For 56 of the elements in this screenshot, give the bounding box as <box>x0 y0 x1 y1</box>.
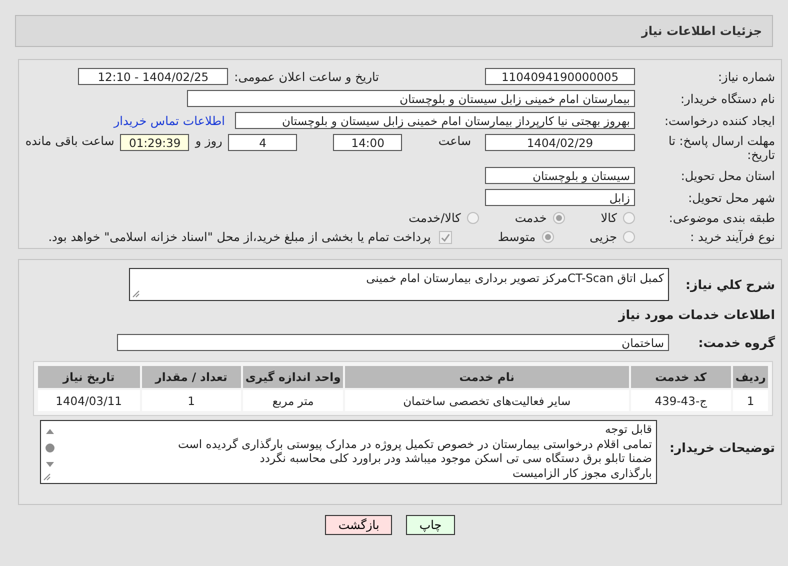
resize-grip-icon <box>43 473 51 481</box>
notes-line: قابل توجه <box>604 422 652 436</box>
radio-label: خدمت <box>514 211 547 225</box>
days-field: 4 <box>228 134 298 151</box>
table-cell: ج-43-439 <box>630 390 732 411</box>
table-cell: سایر فعالیت‌های تخصصی ساختمان <box>345 390 629 411</box>
notes-line: بارگذاری مجوز کار الزامیست <box>511 466 652 480</box>
column-header: تعداد / مقدار <box>142 366 241 388</box>
need-number-field: 1104094190000005 <box>485 68 635 85</box>
back-button[interactable]: بازگشت <box>325 515 392 535</box>
table-cell: 1 <box>733 390 768 411</box>
service-group-field: ساختمان <box>117 334 669 351</box>
table-cell: 1404/03/11 <box>38 390 140 411</box>
field-label: توضیحات خریدار: <box>668 440 776 455</box>
field-label: شرح کلي نياز: <box>684 277 776 292</box>
radio-label: کالا <box>600 211 617 225</box>
column-header: نام خدمت <box>345 366 629 388</box>
deadline-date-field: 1404/02/29 <box>485 134 635 151</box>
remaining-time-field: 01:29:39 <box>120 134 190 151</box>
field-label: گروه خدمت: <box>697 335 776 350</box>
field-label: ایجاد کننده درخواست: <box>663 114 776 128</box>
table-cell: 1 <box>142 390 241 411</box>
contact-link[interactable]: اطلاعات تماس خریدار <box>114 114 225 128</box>
resize-grip-icon <box>132 290 140 298</box>
province-field: سیستان و بلوچستان <box>485 167 635 184</box>
summary-text-area: کمبل اتاق CT-Scanمرکز تصویر برداری بیمارستان امام خمینی <box>129 268 669 301</box>
field-label: مهلت ارسال پاسخ: تا تاریخ: <box>667 134 776 162</box>
field-label: تاریخ و ساعت اعلان عمومی: <box>234 70 379 84</box>
days-label: روز و <box>195 134 222 148</box>
remaining-label: ساعت باقی مانده <box>25 134 114 148</box>
requester-field: بهروز بهجتی نیا کارپرداز بیمارستان امام خمینی زابل سیستان و بلوچستان <box>235 112 635 129</box>
time-label: ساعت <box>438 134 471 148</box>
column-header: ردیف <box>733 366 768 388</box>
field-label: نوع فرآیند خرید : <box>689 230 776 244</box>
field-label: شماره نیاز: <box>717 70 776 84</box>
announce-date-field: 1404/02/25 - 12:10 <box>78 68 228 85</box>
buyer-org-field: بیمارستان امام خمینی زابل سیستان و بلوچستان <box>187 90 635 107</box>
table-cell: متر مربع <box>242 390 344 411</box>
column-header: واحد اندازه گیری <box>242 366 344 388</box>
radio-label: متوسط <box>498 230 536 244</box>
radio-label: جزیی <box>590 230 617 244</box>
field-label: طبقه بندی موضوعی: <box>668 211 776 225</box>
print-button[interactable]: چاپ <box>406 515 455 535</box>
field-label: استان محل تحویل: <box>680 168 776 182</box>
column-header: کد خدمت <box>630 366 732 388</box>
notes-line: تمامی اقلام درخواستی بیمارستان در خصوص تکمیل پروژه در مدارک پیوستی بارگذاری گردیده است <box>176 436 652 451</box>
field-label: شهر محل تحویل: <box>687 190 776 204</box>
field-label: نام دستگاه خریدار: <box>680 92 776 106</box>
page-title: جزئیات اطلاعات نیاز <box>641 24 762 38</box>
city-field: زابل <box>485 189 635 206</box>
notes-line: ضمنا تابلو برق دستگاه سی تی اسکن موجود میباشد ودر براورد کلی محاسبه نگردد <box>260 451 652 466</box>
column-header: تاریخ نیاز <box>38 366 140 388</box>
deadline-time-field: 14:00 <box>333 134 402 151</box>
section-heading: اطلاعات خدمات مورد نیاز <box>617 307 776 322</box>
checkbox-label: پرداخت تمام یا بخشی از مبلغ خرید،از محل "اسناد خزانه اسلامی" خواهد بود. <box>48 230 431 244</box>
radio-label: کالا/خدمت <box>408 211 461 225</box>
